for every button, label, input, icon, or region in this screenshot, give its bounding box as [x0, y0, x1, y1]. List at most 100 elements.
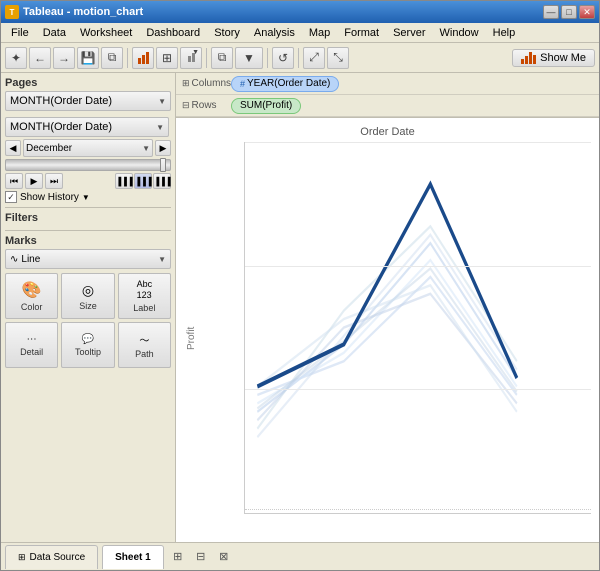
menu-dashboard[interactable]: Dashboard [140, 26, 206, 40]
columns-grid-icon: ⊞ [182, 78, 190, 89]
mark-type-arrow: ▼ [158, 255, 166, 264]
menu-help[interactable]: Help [487, 26, 522, 40]
columns-pill[interactable]: # YEAR(Order Date) [231, 76, 339, 92]
filters-label: Filters [5, 212, 171, 224]
marks-tooltip-label: Tooltip [75, 347, 101, 357]
speed-slow-button[interactable]: ▐▐▐ [115, 173, 133, 189]
menu-server[interactable]: Server [387, 26, 431, 40]
month-nav-row: ◀ December ▼ ▶ [5, 139, 171, 157]
menu-analysis[interactable]: Analysis [248, 26, 301, 40]
menu-data[interactable]: Data [37, 26, 72, 40]
columns-shelf: ⊞ Columns # YEAR(Order Date) [176, 73, 599, 95]
show-history-checkbox[interactable]: ✓ [5, 191, 17, 203]
toolbar-new-button[interactable]: ✦ [5, 47, 27, 69]
size-icon: ◎ [82, 282, 94, 299]
toolbar-separator-1 [127, 48, 128, 68]
menu-window[interactable]: Window [434, 26, 485, 40]
marks-size-button[interactable]: ◎ Size [61, 273, 114, 319]
rows-pill-text: SUM(Profit) [240, 100, 292, 111]
menu-worksheet[interactable]: Worksheet [74, 26, 138, 40]
play-buttons: ⏮ ▶ ⏭ [5, 173, 63, 189]
month-next-button[interactable]: ▶ [155, 140, 171, 156]
menu-story[interactable]: Story [208, 26, 246, 40]
new-dashboard-icon[interactable]: ⊟ [191, 547, 211, 567]
rows-pill[interactable]: SUM(Profit) [231, 98, 301, 114]
pages-dropdown-arrow: ▼ [158, 97, 166, 106]
play-back-button[interactable]: ⏮ [5, 173, 23, 189]
month-row: MONTH(Order Date) ▼ [5, 117, 171, 137]
speed-buttons: ▐▐▐ ▐▐▐ ▐▐▐ [115, 173, 171, 189]
month-type-dropdown[interactable]: MONTH(Order Date) ▼ [5, 117, 169, 137]
zero-line [245, 509, 591, 510]
show-history-row[interactable]: ✓ Show History ▼ [5, 191, 171, 203]
grid-line-3 [245, 389, 591, 390]
toolbar-save-button[interactable]: 💾 [77, 47, 99, 69]
y-axis-label: Profit [184, 142, 199, 534]
toolbar-fit-button[interactable]: ⤢ [303, 47, 325, 69]
window-controls: — □ ✕ [543, 5, 595, 19]
pages-section: Pages MONTH(Order Date) ▼ [5, 77, 171, 111]
toolbar-table-button[interactable]: ⊞ [156, 47, 178, 69]
toolbar-back-button[interactable]: ← [29, 47, 51, 69]
marks-label-button[interactable]: Abc123 Label [118, 273, 171, 319]
main-window: T Tableau - motion_chart — □ ✕ File Data… [0, 0, 600, 571]
marks-tooltip-button[interactable]: 💬 Tooltip [61, 322, 114, 368]
toolbar-chart2-button[interactable]: ▼ [180, 47, 202, 69]
tab-sheet1[interactable]: Sheet 1 [102, 545, 164, 569]
data-source-tab-label: Data Source [30, 552, 86, 563]
toolbar-filter-button[interactable]: ⧉ [211, 47, 233, 69]
new-worksheet-icon[interactable]: ⊞ [168, 547, 188, 567]
marks-path-button[interactable]: 〜 Path [118, 322, 171, 368]
playback-controls: ⏮ ▶ ⏭ ▐▐▐ ▐▐▐ ▐▐▐ [5, 173, 171, 189]
chart-svg [245, 142, 591, 513]
titlebar: T Tableau - motion_chart — □ ✕ [1, 1, 599, 23]
toolbar-forward-button[interactable]: → [53, 47, 75, 69]
close-button[interactable]: ✕ [579, 5, 595, 19]
new-story-icon[interactable]: ⊠ [214, 547, 234, 567]
grid-line-2 [245, 266, 591, 267]
tab-data-source[interactable]: ⊞ Data Source [5, 545, 98, 569]
menu-format[interactable]: Format [338, 26, 385, 40]
toolbar-dropdown-button[interactable]: ▼ [235, 47, 263, 69]
pages-dropdown[interactable]: MONTH(Order Date) ▼ [5, 91, 171, 111]
right-panel: ⊞ Columns # YEAR(Order Date) ⊟ Rows SUM(… [176, 73, 599, 542]
play-fwd-button[interactable]: ⏭ [45, 173, 63, 189]
data-source-tab-icon: ⊞ [18, 552, 26, 563]
marks-color-button[interactable]: 🎨 Color [5, 273, 58, 319]
minimize-button[interactable]: — [543, 5, 559, 19]
chart-plot: $15,000 $10,000 $5,000 $0 [244, 142, 591, 514]
show-history-arrow: ▼ [82, 193, 90, 202]
columns-icon: ⊞ Columns [176, 78, 231, 89]
menu-file[interactable]: File [5, 26, 35, 40]
app-icon: T [5, 5, 19, 19]
month-prev-button[interactable]: ◀ [5, 140, 21, 156]
toolbar-separator-4 [298, 48, 299, 68]
timeline-slider[interactable] [5, 159, 171, 171]
maximize-button[interactable]: □ [561, 5, 577, 19]
marks-detail-button[interactable]: ⋯ Detail [5, 322, 58, 368]
play-button[interactable]: ▶ [25, 173, 43, 189]
tooltip-icon: 💬 [82, 334, 94, 345]
line-icon: ∿ [10, 254, 18, 265]
marks-section: Marks ∿ Line ▼ 🎨 Color ◎ Size [5, 230, 171, 368]
main-content: Pages MONTH(Order Date) ▼ MONTH(Order Da… [1, 73, 599, 542]
menu-map[interactable]: Map [303, 26, 336, 40]
toolbar-bar-chart-button[interactable] [132, 47, 154, 69]
toolbar-refresh-button[interactable]: ↺ [272, 47, 294, 69]
mark-type-dropdown[interactable]: ∿ Line ▼ [5, 249, 171, 269]
show-me-button[interactable]: Show Me [512, 49, 595, 67]
rows-grid-icon: ⊟ [182, 100, 190, 111]
chart-area: Order Date Profit $15,000 $10,000 $5,000… [176, 118, 599, 542]
marks-label: Marks [5, 235, 171, 247]
toolbar-duplicate-button[interactable]: ⧉ [101, 47, 123, 69]
toolbar-fit2-button[interactable]: ⤡ [327, 47, 349, 69]
chart-inner: Profit $15,000 $10,000 $5,000 $0 [184, 142, 591, 534]
month-select[interactable]: December ▼ [23, 139, 153, 157]
marks-detail-label: Detail [20, 347, 43, 357]
speed-med-button[interactable]: ▐▐▐ [134, 173, 152, 189]
marks-size-label: Size [79, 301, 97, 311]
speed-fast-button[interactable]: ▐▐▐ [153, 173, 171, 189]
grid-line-1 [245, 142, 591, 143]
pages-label: Pages [5, 77, 171, 89]
marks-grid: 🎨 Color ◎ Size Abc123 Label ⋯ Detail [5, 273, 171, 368]
